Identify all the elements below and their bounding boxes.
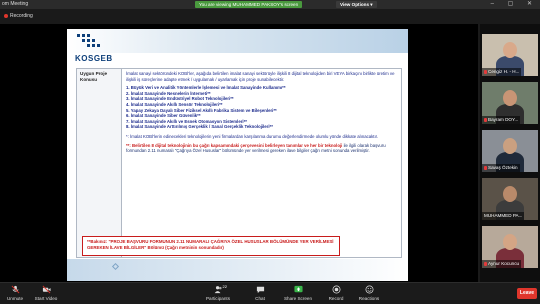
window-controls[interactable]: – ▢ ✕ bbox=[491, 0, 538, 9]
muted-mic-icon bbox=[484, 117, 487, 122]
participant-tile[interactable]: Bayram DOY... bbox=[482, 82, 538, 124]
participants-label: Participants bbox=[205, 296, 230, 301]
reactions-label: Reactions bbox=[358, 296, 380, 301]
chat-icon bbox=[256, 286, 264, 294]
participant-name-label: MUHAMMED PA... bbox=[482, 212, 525, 220]
participant-face bbox=[503, 42, 517, 58]
muted-mic-icon bbox=[484, 261, 487, 266]
participant-tile[interactable]: MUHAMMED PA... bbox=[482, 178, 538, 220]
participant-face bbox=[503, 234, 517, 250]
chat-label: Chat bbox=[255, 296, 265, 301]
slide-content: İmalat sanayi sektöründeki KOBİ'ler, aşa… bbox=[122, 68, 402, 258]
participant-name: Bayram DOY... bbox=[488, 117, 519, 122]
boxed-note: **Bakınız: "PROJE BAŞVURU FORMUNUN 2.11 … bbox=[82, 236, 340, 256]
video-off-icon bbox=[42, 285, 51, 294]
participant-name: Aynur Kocuncu bbox=[488, 261, 520, 266]
participant-name-label: Aynur Kocuncu bbox=[482, 260, 522, 268]
chat-button[interactable]: Chat bbox=[252, 285, 268, 301]
title-bar: om Meeting You are viewing MUHAMMED PAKS… bbox=[0, 0, 540, 9]
record-label: Record bbox=[328, 296, 344, 301]
participant-name: MUHAMMED PA... bbox=[484, 213, 523, 218]
recording-dot-icon bbox=[4, 13, 8, 18]
participant-name: Cengiz H. - H... bbox=[488, 69, 520, 74]
participant-tile[interactable]: Savaş Öztekin bbox=[482, 130, 538, 172]
viewing-banner: You are viewing MUHAMMED PAKSOY's screen bbox=[195, 1, 303, 8]
participants-panel: Cengiz H. - H... Bayram DOY... Savaş Öztek… bbox=[480, 24, 540, 282]
share-screen-button[interactable]: Share Screen bbox=[282, 285, 314, 301]
intro-paragraph: İmalat sanayi sektöründeki KOBİ'ler, aşa… bbox=[126, 71, 395, 82]
participants-icon bbox=[214, 286, 222, 294]
view-options-button[interactable]: View Options ▾ bbox=[336, 1, 377, 8]
participant-tile[interactable]: Cengiz H. - H... bbox=[482, 34, 538, 76]
topic-heading: Uygun Proje Konusu bbox=[80, 71, 108, 82]
microphone-muted-icon bbox=[11, 285, 19, 294]
note-two: **: Belirtilen 8 dijital teknolojinin bu… bbox=[126, 143, 397, 154]
participant-face bbox=[503, 138, 517, 154]
note-one: *: İmalat KOBİ'lerin edinecekleri teknol… bbox=[126, 133, 379, 139]
slide-nav-icon bbox=[111, 262, 120, 271]
slide-footer-band bbox=[67, 259, 408, 281]
recording-label: Recording bbox=[10, 13, 33, 19]
app-title: om Meeting bbox=[2, 1, 29, 7]
share-screen-label: Share Screen bbox=[283, 296, 313, 301]
meeting-toolbar: Unmute Start Video 22 Participants Chat … bbox=[0, 282, 540, 304]
start-video-button[interactable]: Start Video bbox=[30, 285, 62, 301]
participant-face bbox=[503, 186, 517, 202]
list-item: 8. İmalat Sanayinde Arttırılmış Gerçekli… bbox=[126, 124, 273, 130]
logo-text: KOSGEB bbox=[75, 54, 113, 63]
recording-indicator: Recording bbox=[0, 11, 37, 21]
reactions-button[interactable]: Reactions bbox=[356, 285, 382, 301]
leave-button[interactable]: Leave bbox=[517, 288, 537, 299]
participant-name-label: Bayram DOY... bbox=[482, 116, 521, 124]
participant-tile[interactable]: Aynur Kocuncu bbox=[482, 226, 538, 268]
slide-header-band bbox=[67, 29, 408, 53]
smiley-icon bbox=[365, 285, 373, 294]
start-video-label: Start Video bbox=[34, 296, 58, 301]
technology-list: 1. Büyük Veri ve Analitik Yöntemlerle İş… bbox=[126, 85, 397, 130]
note-two-highlight: **: Belirtilen 8 dijital teknolojinin bu… bbox=[126, 142, 343, 148]
muted-mic-icon bbox=[484, 165, 487, 170]
participant-face bbox=[503, 90, 517, 106]
topic-heading-cell: Uygun Proje Konusu bbox=[76, 68, 122, 258]
participants-button[interactable]: 22 Participants bbox=[200, 284, 236, 301]
record-button[interactable]: Record bbox=[326, 285, 346, 301]
record-icon bbox=[332, 285, 340, 294]
participant-name-label: Savaş Öztekin bbox=[482, 164, 520, 172]
participant-name-label: Cengiz H. - H... bbox=[482, 68, 522, 76]
participant-name: Savaş Öztekin bbox=[488, 165, 518, 170]
share-screen-icon bbox=[293, 285, 303, 293]
participants-count: 22 bbox=[222, 284, 227, 289]
unmute-button[interactable]: Unmute bbox=[3, 285, 27, 301]
unmute-label: Unmute bbox=[6, 296, 24, 301]
muted-mic-icon bbox=[484, 69, 487, 74]
kosgeb-logo-icon bbox=[77, 34, 100, 47]
